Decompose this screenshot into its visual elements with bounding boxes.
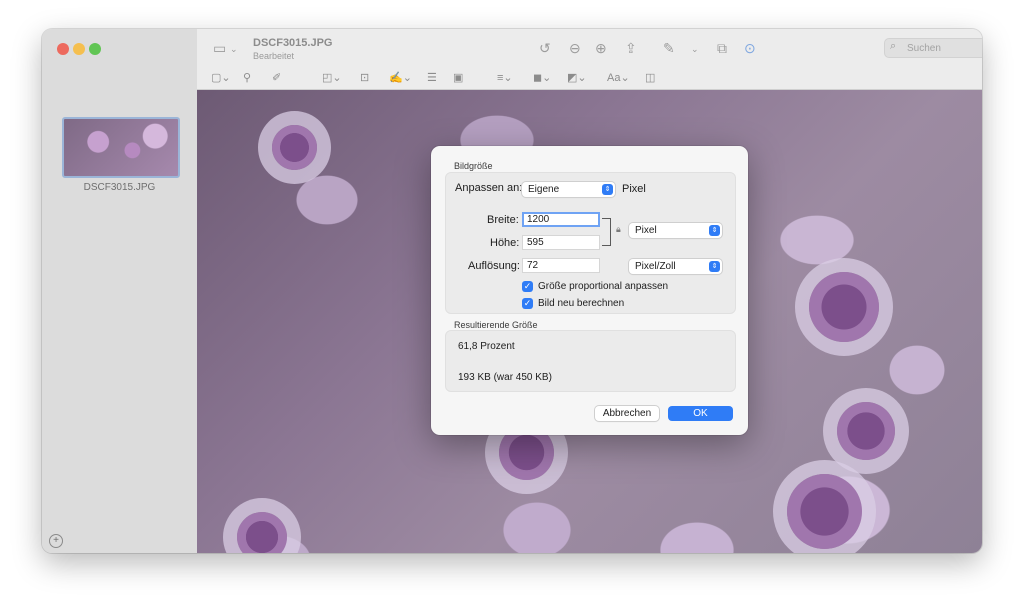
rotate-icon[interactable]: ↺ (539, 40, 551, 56)
chevron-down-icon[interactable]: ⌄ (230, 41, 238, 57)
flower-image-detail (837, 402, 895, 460)
fill-color-icon[interactable]: ◩⌄ (567, 71, 587, 85)
close-window-button[interactable] (57, 43, 69, 55)
ok-button[interactable]: OK (668, 406, 733, 421)
proportional-label: Größe proportional anpassen (538, 280, 669, 292)
text-box-icon[interactable]: ⊡ (360, 71, 369, 85)
link-bracket (602, 218, 611, 246)
annotation-icon[interactable]: ◫ (645, 71, 655, 85)
image-thumbnail[interactable] (62, 117, 180, 178)
flower-image-detail (787, 474, 862, 549)
adjust-color-icon[interactable]: ☰ (427, 71, 437, 85)
chevron-updown-icon: ⇕ (709, 225, 720, 236)
result-group: 61,8 Prozent 193 KB (war 450 KB) (445, 330, 736, 392)
fit-popup-value: Eigene (528, 184, 560, 195)
plus-icon[interactable]: + (49, 534, 63, 548)
checkmark-icon[interactable]: ✓ (522, 280, 533, 292)
search-field[interactable]: ⌕ (884, 38, 982, 58)
size-unit-popup[interactable]: Pixel ⇕ (629, 223, 722, 238)
document-status: Bearbeitet (253, 51, 295, 61)
selection-rect-icon[interactable]: ▢⌄ (211, 71, 231, 85)
resolution-unit-value: Pixel/Zoll (635, 261, 676, 272)
result-filesize: 193 KB (war 450 KB) (458, 372, 552, 383)
cancel-button[interactable]: Abbrechen (595, 406, 659, 421)
text-style-icon[interactable]: Aa⌄ (607, 71, 630, 85)
result-percent: 61,8 Prozent (458, 341, 515, 352)
chevron-updown-icon: ⇕ (709, 261, 720, 272)
share-icon[interactable]: ⇪ (625, 40, 637, 56)
search-icon: ⌕ (890, 40, 897, 52)
border-color-icon[interactable]: ◼⌄ (533, 71, 551, 85)
line-style-icon[interactable]: ≡⌄ (497, 71, 513, 85)
preview-window: DSCF3015.JPG + ▭ ⌄ DSCF3015.JPG Bearbeit… (42, 29, 982, 553)
width-field[interactable] (522, 212, 600, 227)
instant-alpha-icon[interactable]: ⚲ (243, 71, 251, 85)
chevron-updown-icon: ⇕ (602, 184, 613, 195)
adjust-size-icon[interactable]: ▣ (453, 71, 463, 85)
flower-image-detail (272, 125, 317, 170)
image-size-section-title: Bildgröße (454, 161, 493, 171)
checkmark-icon[interactable]: ✓ (522, 297, 533, 309)
document-title: DSCF3015.JPG (253, 37, 333, 49)
zoom-in-icon[interactable]: ⊕ (595, 40, 607, 56)
height-field[interactable] (522, 235, 600, 250)
titlebar-toolbar: ▭ ⌄ DSCF3015.JPG Bearbeitet ↺ ⊖ ⊕ ⇪ ✎ ⌄ … (197, 29, 982, 90)
result-section-title: Resultierende Größe (454, 320, 538, 330)
image-size-group: Anpassen an: Eigene ⇕ Pixel Breite: Höhe… (445, 172, 736, 314)
fit-unit-label: Pixel (622, 183, 646, 195)
shapes-icon[interactable]: ◰⌄ (322, 71, 342, 85)
sidebar-toggle-icon[interactable]: ▭ (213, 40, 226, 56)
image-size-dialog: Bildgröße Anpassen an: Eigene ⇕ Pixel Br… (431, 146, 748, 435)
sidebar: DSCF3015.JPG + (42, 29, 198, 553)
resample-label: Bild neu berechnen (538, 297, 625, 309)
width-label: Breite: (487, 214, 519, 226)
fit-label: Anpassen an: (455, 182, 523, 194)
zoom-out-icon[interactable]: ⊖ (569, 40, 581, 56)
flower-image-detail (809, 272, 879, 342)
height-label: Höhe: (490, 237, 520, 249)
fit-popup[interactable]: Eigene ⇕ (522, 182, 615, 197)
minimize-window-button[interactable] (73, 43, 85, 55)
thumbnail-label: DSCF3015.JPG (83, 182, 156, 193)
resolution-unit-popup[interactable]: Pixel/Zoll ⇕ (629, 259, 722, 274)
lock-icon[interactable]: 🔒︎ (616, 224, 621, 235)
resample-checkbox-row[interactable]: ✓ Bild neu berechnen (522, 296, 624, 310)
chevron-down-icon[interactable]: ⌄ (691, 41, 699, 57)
sketch-icon[interactable]: ✐ (272, 71, 281, 85)
size-unit-value: Pixel (635, 225, 657, 236)
markup-pen-icon[interactable]: ✎ (663, 40, 675, 56)
zoom-window-button[interactable] (89, 43, 101, 55)
resolution-label: Auflösung: (468, 260, 520, 272)
flower-image-detail (237, 512, 287, 553)
proportional-checkbox-row[interactable]: ✓ Größe proportional anpassen (522, 279, 668, 293)
search-input[interactable] (905, 40, 982, 57)
signature-icon[interactable]: ✍⌄ (389, 71, 412, 85)
resolution-field[interactable] (522, 258, 600, 273)
markup-toolbar-icon[interactable]: ⊙ (744, 40, 756, 56)
crop-icon[interactable]: ⧉ (717, 40, 727, 56)
